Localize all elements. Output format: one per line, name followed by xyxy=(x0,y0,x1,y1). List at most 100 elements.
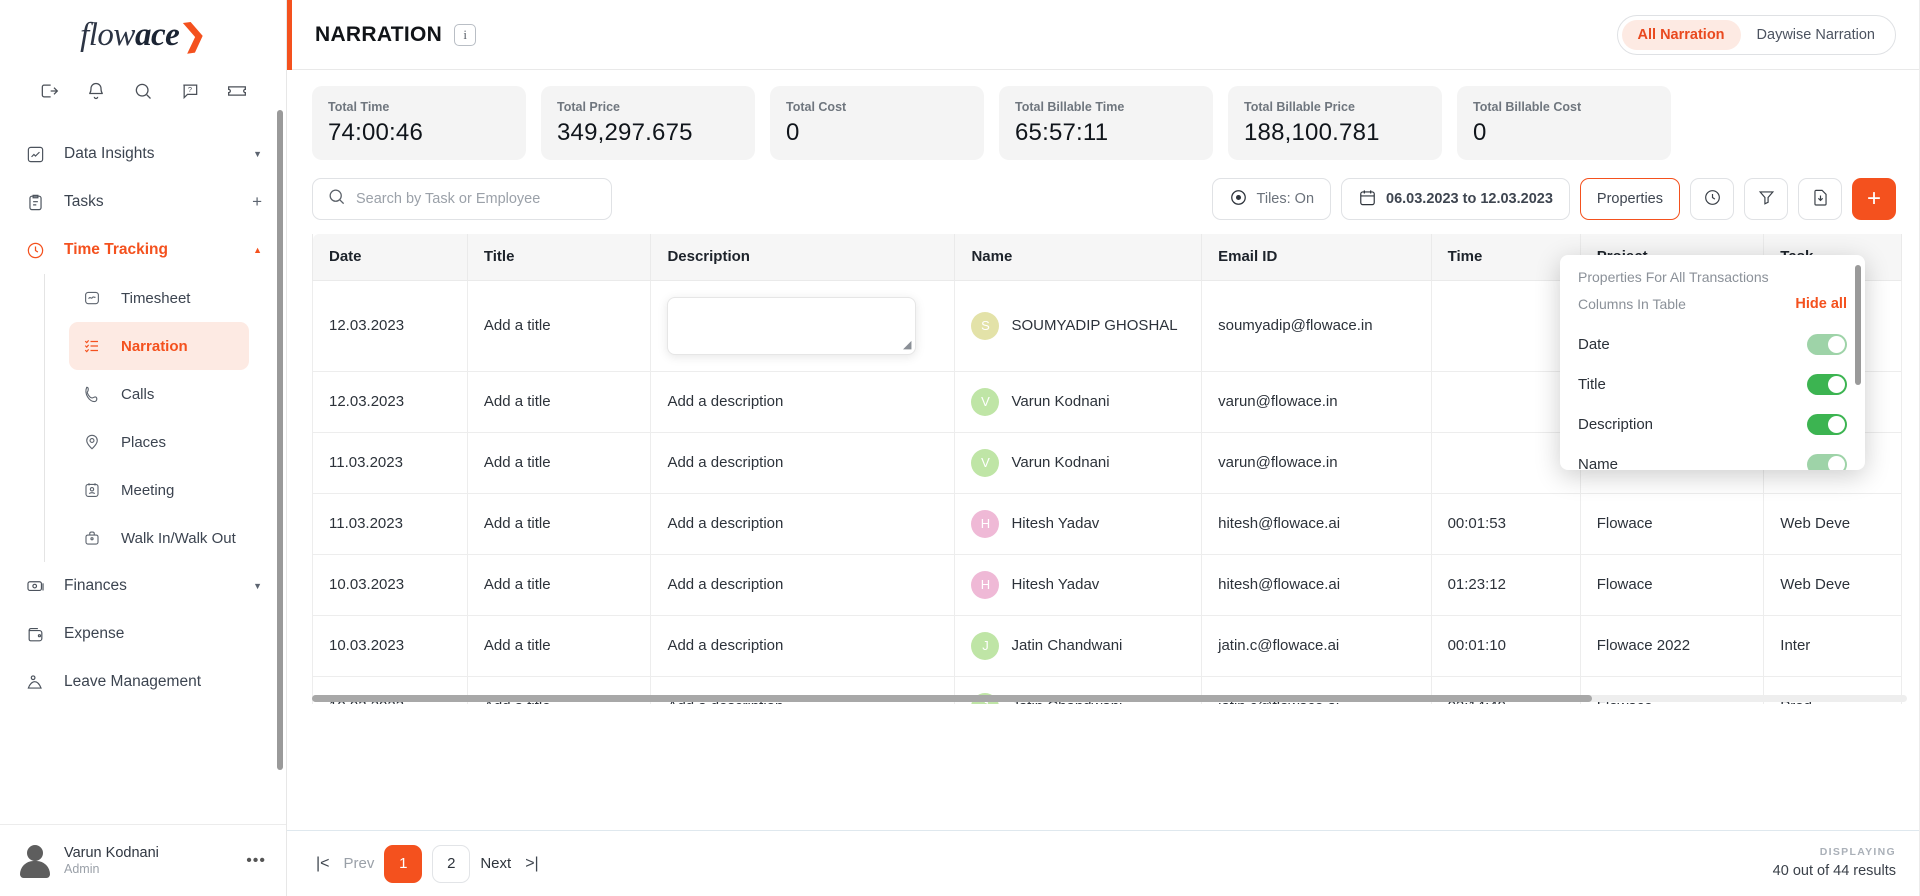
description-textarea-active[interactable]: ◢ xyxy=(667,296,917,355)
info-icon[interactable]: i xyxy=(454,23,477,46)
properties-button[interactable]: Properties xyxy=(1579,178,1680,220)
table-row[interactable]: 11.03.2023 Add a title Add a description… xyxy=(312,493,1902,555)
sidebar-item-time-tracking[interactable]: Time Tracking ▲ xyxy=(0,226,286,274)
ticket-icon[interactable] xyxy=(222,76,252,106)
page-button-1[interactable]: 1 xyxy=(384,844,423,883)
hide-all-button[interactable]: Hide all xyxy=(1795,296,1847,312)
sidebar-item-data-insights[interactable]: Data Insights ▼ xyxy=(0,130,286,178)
profile-menu-icon[interactable]: ••• xyxy=(246,852,266,870)
svg-text:?: ? xyxy=(188,85,192,94)
add-narration-button[interactable]: + xyxy=(1852,178,1896,220)
sidebar-item-meeting[interactable]: Meeting xyxy=(69,466,286,514)
sidebar-item-places[interactable]: Places xyxy=(69,418,286,466)
sidebar-item-timesheet[interactable]: Timesheet xyxy=(69,274,286,322)
table-row[interactable]: 10.03.2023 Add a title Add a description… xyxy=(312,615,1902,677)
column-header-email-id[interactable]: Email ID xyxy=(1201,234,1432,281)
resize-handle-icon[interactable]: ◢ xyxy=(903,339,911,351)
avatar: V xyxy=(971,448,1000,477)
sidebar: flow ace ❯ ? Data Insights ▼ Tasks + Tim… xyxy=(0,0,287,896)
tiles-toggle-button[interactable]: Tiles: On xyxy=(1211,178,1332,220)
clock-icon xyxy=(26,241,52,260)
filter-button[interactable] xyxy=(1744,178,1788,220)
phone-icon xyxy=(83,385,109,403)
cell-title[interactable]: Add a title xyxy=(467,493,652,555)
tile-label: Total Billable Cost xyxy=(1473,99,1582,114)
property-row-name[interactable]: Name xyxy=(1578,444,1847,470)
cell-description[interactable]: Add a description xyxy=(650,554,956,616)
property-row-title[interactable]: Title xyxy=(1578,364,1847,404)
sidebar-item-walk-in-walk-out[interactable]: Walk In/Walk Out xyxy=(69,514,286,562)
tab-all-narration[interactable]: All Narration xyxy=(1621,19,1741,50)
help-chat-icon[interactable]: ? xyxy=(175,76,205,106)
tile-value: 0 xyxy=(1473,118,1487,146)
cell-description[interactable]: Add a description xyxy=(650,615,956,677)
sidebar-item-label: Finances xyxy=(64,577,127,594)
timesheet-icon xyxy=(83,289,109,307)
column-header-date[interactable]: Date xyxy=(312,234,468,281)
column-header-title[interactable]: Title xyxy=(467,234,652,281)
download-file-icon xyxy=(1811,188,1830,211)
meeting-icon xyxy=(83,481,109,499)
export-button[interactable] xyxy=(1798,178,1842,220)
sidebar-item-finances[interactable]: Finances ▼ xyxy=(0,562,286,610)
columns-in-table-label: Columns In Table xyxy=(1578,296,1686,312)
sidebar-item-expense[interactable]: Expense xyxy=(0,610,286,658)
property-toggle-date[interactable] xyxy=(1807,333,1847,355)
tile-label: Total Billable Price xyxy=(1244,99,1355,114)
search-icon xyxy=(327,187,346,211)
logout-icon[interactable] xyxy=(34,76,64,106)
name-label: Hitesh Yadav xyxy=(1011,576,1100,593)
page-button-2[interactable]: 2 xyxy=(432,844,471,883)
sidebar-scrollbar[interactable] xyxy=(277,110,283,770)
cell-title[interactable]: Add a title xyxy=(467,615,652,677)
table-row[interactable]: 10.03.2023 Add a title Add a description… xyxy=(312,554,1902,616)
property-toggle-description[interactable] xyxy=(1807,413,1847,435)
name-label: Varun Kodnani xyxy=(1011,393,1110,410)
cell-title[interactable]: Add a title xyxy=(467,280,652,372)
profile-name: Varun Kodnani xyxy=(64,844,159,861)
search-icon[interactable] xyxy=(128,76,158,106)
cell-title[interactable]: Add a title xyxy=(467,554,652,616)
sidebar-item-tasks[interactable]: Tasks + xyxy=(0,178,286,226)
cell-email: varun@flowace.in xyxy=(1201,371,1432,433)
property-toggle-title[interactable] xyxy=(1807,373,1847,395)
sidebar-item-calls[interactable]: Calls xyxy=(69,370,286,418)
column-header-description[interactable]: Description xyxy=(650,234,956,281)
history-button[interactable] xyxy=(1690,178,1734,220)
brand-logo[interactable]: flow ace ❯ xyxy=(0,0,286,70)
date-range-button[interactable]: 06.03.2023 to 12.03.2023 xyxy=(1341,178,1570,220)
search-box[interactable] xyxy=(312,178,612,220)
app-root: flow ace ❯ ? Data Insights ▼ Tasks + Tim… xyxy=(0,0,1920,896)
cell-description[interactable]: Add a description xyxy=(650,371,956,433)
property-row-description[interactable]: Description xyxy=(1578,404,1847,444)
property-toggle-name[interactable] xyxy=(1807,453,1847,470)
cell-title[interactable]: Add a title xyxy=(467,432,652,494)
cell-name: V Varun Kodnani xyxy=(954,371,1203,433)
next-page-button[interactable]: Next xyxy=(480,855,511,872)
last-page-button[interactable]: >| xyxy=(521,855,543,873)
tab-daywise-narration[interactable]: Daywise Narration xyxy=(1741,20,1891,50)
sidebar-item-narration[interactable]: Narration xyxy=(69,322,249,370)
cell-description[interactable]: ◢ xyxy=(650,280,956,372)
column-header-time[interactable]: Time xyxy=(1431,234,1581,281)
cell-description[interactable]: Add a description xyxy=(650,432,956,494)
plus-icon[interactable]: + xyxy=(252,192,262,212)
bell-icon[interactable] xyxy=(81,76,111,106)
sidebar-item-leave-management[interactable]: Leave Management xyxy=(0,658,286,706)
cell-description[interactable]: Add a description xyxy=(650,493,956,555)
table-horizontal-scrollbar[interactable] xyxy=(312,695,1592,702)
cell-name: H Hitesh Yadav xyxy=(954,554,1203,616)
properties-dropdown-scrollbar[interactable] xyxy=(1855,265,1861,385)
user-profile[interactable]: Varun Kodnani Admin ••• xyxy=(0,824,286,896)
column-header-name[interactable]: Name xyxy=(954,234,1203,281)
tile-value: 188,100.781 xyxy=(1244,118,1380,146)
clipboard-icon xyxy=(26,193,52,212)
tile-value: 349,297.675 xyxy=(557,118,693,146)
table-toolbar: Tiles: On 06.03.2023 to 12.03.2023 Prope… xyxy=(287,160,1920,220)
cell-title[interactable]: Add a title xyxy=(467,371,652,433)
prev-page-button[interactable]: Prev xyxy=(344,855,375,872)
first-page-button[interactable]: |< xyxy=(312,855,334,873)
property-row-date[interactable]: Date xyxy=(1578,324,1847,364)
search-input[interactable] xyxy=(356,191,597,207)
cell-task: Web Deve xyxy=(1763,493,1902,555)
